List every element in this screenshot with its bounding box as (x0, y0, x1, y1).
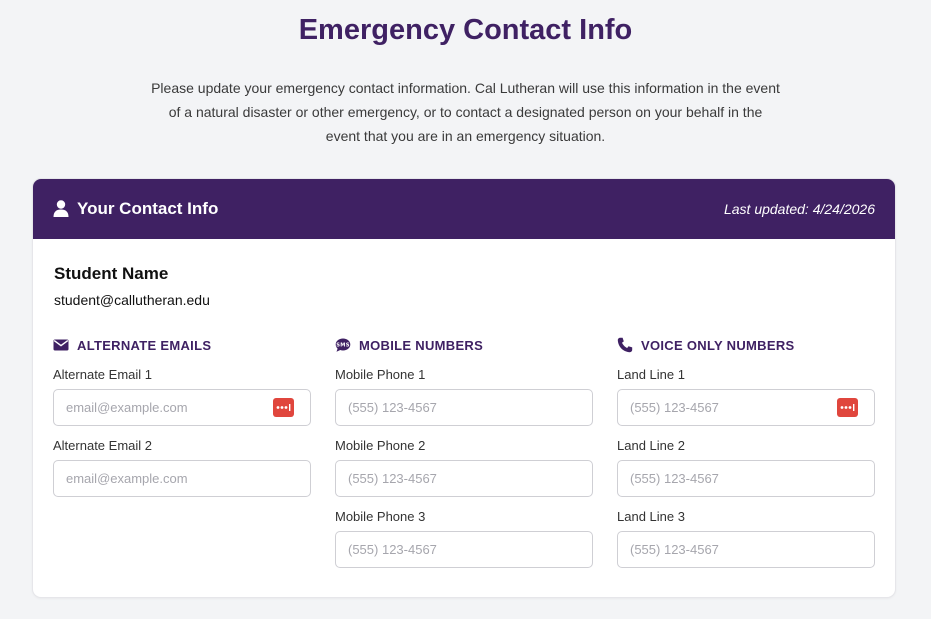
card-header: Your Contact Info Last updated: 4/24/202… (33, 179, 895, 239)
voice-numbers-section: VOICE ONLY NUMBERS Land Line 1 Land Line… (617, 335, 875, 568)
mobile-phone-1-label: Mobile Phone 1 (335, 367, 426, 382)
last-updated: Last updated: 4/24/2026 (723, 201, 875, 217)
envelope-icon (53, 339, 69, 351)
phone-icon (617, 337, 633, 353)
password-manager-icon[interactable] (837, 398, 858, 417)
land-line-2-field: Land Line 2 (617, 438, 875, 497)
mobile-phone-3-label: Mobile Phone 3 (335, 509, 426, 524)
mobile-phone-2-field: Mobile Phone 2 (335, 438, 593, 497)
alternate-email-2-label: Alternate Email 2 (53, 438, 152, 453)
alternate-emails-heading: ALTERNATE EMAILS (53, 335, 311, 355)
alternate-email-1-field: Alternate Email 1 (53, 367, 311, 426)
land-line-2-label: Land Line 2 (617, 438, 685, 453)
alternate-email-1-label: Alternate Email 1 (53, 367, 152, 382)
student-email: student@callutheran.edu (54, 292, 210, 308)
mobile-numbers-heading-label: MOBILE NUMBERS (359, 337, 484, 353)
voice-numbers-heading: VOICE ONLY NUMBERS (617, 335, 875, 355)
svg-text:SMS: SMS (336, 343, 350, 349)
mobile-phone-3-input[interactable] (335, 531, 593, 568)
land-line-3-label: Land Line 3 (617, 509, 685, 524)
alternate-emails-section: ALTERNATE EMAILS Alternate Email 1 Alter… (53, 335, 311, 497)
card-title: Your Contact Info (77, 199, 219, 218)
password-manager-icon[interactable] (273, 398, 294, 417)
sms-icon: SMS (335, 338, 351, 352)
mobile-numbers-heading: SMS MOBILE NUMBERS (335, 335, 593, 355)
land-line-1-label: Land Line 1 (617, 367, 685, 382)
land-line-3-field: Land Line 3 (617, 509, 875, 568)
mobile-phone-2-input[interactable] (335, 460, 593, 497)
alternate-emails-heading-label: ALTERNATE EMAILS (77, 337, 212, 353)
student-name: Student Name (54, 264, 169, 283)
contact-info-card: Your Contact Info Last updated: 4/24/202… (33, 179, 895, 597)
land-line-3-input[interactable] (617, 531, 875, 568)
alternate-email-2-field: Alternate Email 2 (53, 438, 311, 497)
mobile-phone-2-label: Mobile Phone 2 (335, 438, 426, 453)
mobile-phone-3-field: Mobile Phone 3 (335, 509, 593, 568)
user-icon (53, 200, 69, 217)
intro-text: Please update your emergency contact inf… (151, 80, 780, 144)
mobile-phone-1-input[interactable] (335, 389, 593, 426)
land-line-1-field: Land Line 1 (617, 367, 875, 426)
page-title: Emergency Contact Info (298, 14, 633, 46)
mobile-numbers-section: SMS MOBILE NUMBERS Mobile Phone 1 Mobile… (335, 335, 593, 568)
voice-numbers-heading-label: VOICE ONLY NUMBERS (641, 337, 795, 353)
mobile-phone-1-field: Mobile Phone 1 (335, 367, 593, 426)
land-line-2-input[interactable] (617, 460, 875, 497)
alternate-email-2-input[interactable] (53, 460, 311, 497)
